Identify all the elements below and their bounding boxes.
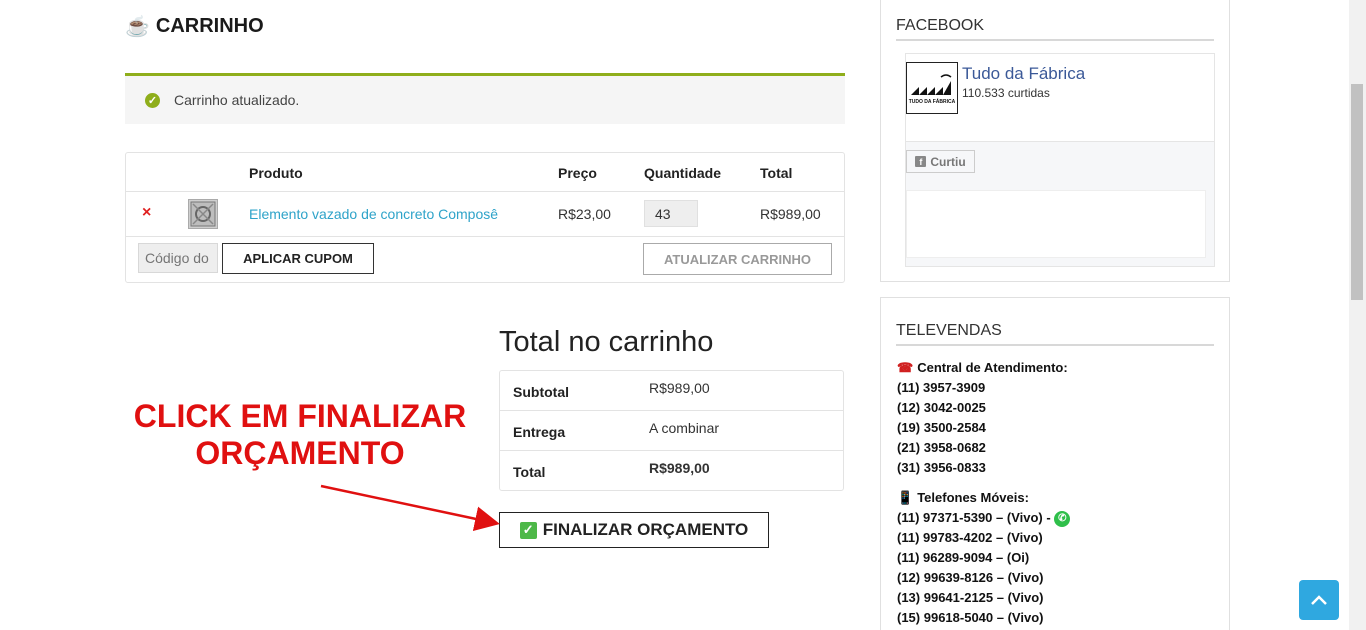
- coupon-input[interactable]: [138, 243, 218, 273]
- mobile-phone-icon: 📱: [897, 490, 914, 505]
- televendas-widget: TELEVENDAS ☎ Central de Atendimento: (11…: [880, 297, 1230, 630]
- check-circle-icon: ✓: [145, 92, 160, 108]
- totals-label: Subtotal: [513, 384, 569, 400]
- facebook-feed-area: [906, 190, 1206, 258]
- central-phone[interactable]: (19) 3500-2584: [897, 418, 1070, 438]
- facebook-likes-count: 110.533 curtidas: [962, 86, 1050, 100]
- remove-item-icon[interactable]: ×: [142, 204, 151, 222]
- cart-table: Produto Preço Quantidade Total × Element…: [125, 152, 845, 283]
- facebook-page-name[interactable]: Tudo da Fábrica: [962, 64, 1085, 84]
- cart-totals-table: Subtotal R$989,00 Entrega A combinar Tot…: [499, 370, 844, 491]
- item-total: R$989,00: [760, 206, 821, 222]
- facebook-icon: f: [915, 156, 927, 167]
- coffee-cup-icon: ☕: [125, 16, 150, 38]
- totals-label: Total: [513, 464, 546, 480]
- apply-coupon-button[interactable]: APLICAR CUPOM: [222, 243, 374, 274]
- annotation-line-1: CLICK EM FINALIZAR: [133, 398, 467, 434]
- page-title: ☕ CARRINHO: [125, 14, 264, 39]
- mobile-label: 📱 Telefones Móveis:: [897, 488, 1070, 508]
- page: ☕ CARRINHO ✓ Carrinho atualizado. Produt…: [0, 0, 1366, 630]
- facebook-page-box: TUDO DA FÁBRICA Tudo da Fábrica 110.533 …: [905, 53, 1215, 267]
- item-price: R$23,00: [558, 206, 611, 222]
- facebook-widget-title: FACEBOOK: [896, 17, 1214, 41]
- scrollbar-thumb[interactable]: [1351, 84, 1363, 300]
- facebook-like-label: Curtiu: [930, 154, 966, 169]
- whatsapp-icon[interactable]: ✆: [1054, 510, 1071, 527]
- mobile-phone[interactable]: (11) 96289-9094 – (Oi): [897, 548, 1070, 568]
- finalize-quote-button[interactable]: ✓ FINALIZAR ORÇAMENTO: [499, 512, 769, 548]
- telephone-icon: ☎: [897, 360, 914, 375]
- page-title-text: CARRINHO: [155, 15, 264, 37]
- check-box-icon: ✓: [519, 521, 537, 539]
- update-cart-button[interactable]: ATUALIZAR CARRINHO: [643, 243, 832, 275]
- annotation-text: CLICK EM FINALIZAR ORÇAMENTO: [120, 398, 480, 472]
- logo-text: TUDO DA FÁBRICA: [909, 98, 956, 105]
- chevron-up-icon: [1311, 595, 1327, 605]
- cart-updated-notice: ✓ Carrinho atualizado.: [125, 73, 845, 124]
- totals-value: R$989,00: [649, 460, 710, 476]
- annotation-line-2: ORÇAMENTO: [195, 435, 405, 471]
- facebook-like-button[interactable]: f Curtiu: [906, 150, 975, 173]
- mobile-phone-text: (11) 97371-5390 – (Vivo) -: [897, 510, 1051, 525]
- totals-row-shipping: Entrega A combinar: [500, 411, 843, 451]
- notice-text: Carrinho atualizado.: [174, 92, 300, 108]
- totals-row-subtotal: Subtotal R$989,00: [500, 371, 843, 411]
- central-phone[interactable]: (11) 3957-3909: [897, 378, 1070, 398]
- table-row: × Elemento vazado de concreto Composê R$…: [126, 192, 844, 237]
- mobile-phone[interactable]: (12) 99639-8126 – (Vivo): [897, 568, 1070, 588]
- facebook-page-header: TUDO DA FÁBRICA Tudo da Fábrica 110.533 …: [906, 54, 1214, 142]
- central-phone[interactable]: (12) 3042-0025: [897, 398, 1070, 418]
- header-price: Preço: [558, 165, 597, 181]
- facebook-widget: FACEBOOK TUDO DA FÁBRICA Tudo da Fábrica…: [880, 0, 1230, 282]
- totals-value: R$989,00: [649, 380, 710, 396]
- tudo-da-fabrica-logo[interactable]: TUDO DA FÁBRICA: [906, 62, 958, 114]
- central-label: ☎ Central de Atendimento:: [897, 358, 1070, 378]
- televendas-content: ☎ Central de Atendimento: (11) 3957-3909…: [897, 358, 1071, 628]
- back-to-top-button[interactable]: [1299, 580, 1339, 620]
- cart-actions: APLICAR CUPOM ATUALIZAR CARRINHO: [126, 237, 844, 281]
- product-link[interactable]: Elemento vazado de concreto Composê: [249, 206, 498, 222]
- totals-value: A combinar: [649, 420, 720, 436]
- header-product: Produto: [249, 165, 303, 181]
- central-phone[interactable]: (31) 3956-0833: [897, 458, 1070, 478]
- table-header: Produto Preço Quantidade Total: [126, 153, 844, 192]
- central-phone[interactable]: (21) 3958-0682: [897, 438, 1070, 458]
- header-quantity: Quantidade: [644, 165, 722, 181]
- quantity-input[interactable]: [644, 200, 698, 227]
- mobile-phone[interactable]: (11) 99783-4202 – (Vivo): [897, 528, 1070, 548]
- totals-label: Entrega: [513, 424, 566, 440]
- totals-row-total: Total R$989,00: [500, 451, 843, 491]
- product-thumbnail[interactable]: [188, 199, 218, 229]
- televendas-widget-title: TELEVENDAS: [896, 322, 1214, 346]
- cart-totals-title: Total no carrinho: [499, 326, 714, 358]
- central-label-text: Central de Atendimento:: [917, 360, 1068, 375]
- vertical-scrollbar[interactable]: [1349, 0, 1366, 630]
- header-total: Total: [760, 165, 793, 181]
- mobile-phone[interactable]: (15) 99618-5040 – (Vivo): [897, 608, 1070, 628]
- finalize-quote-label: FINALIZAR ORÇAMENTO: [542, 520, 749, 539]
- mobile-phone[interactable]: (11) 97371-5390 – (Vivo) - ✆: [897, 508, 1071, 528]
- mobile-phone[interactable]: (13) 99641-2125 – (Vivo): [897, 588, 1070, 608]
- annotation-arrow-icon: [320, 484, 500, 532]
- mobile-label-text: Telefones Móveis:: [917, 490, 1029, 505]
